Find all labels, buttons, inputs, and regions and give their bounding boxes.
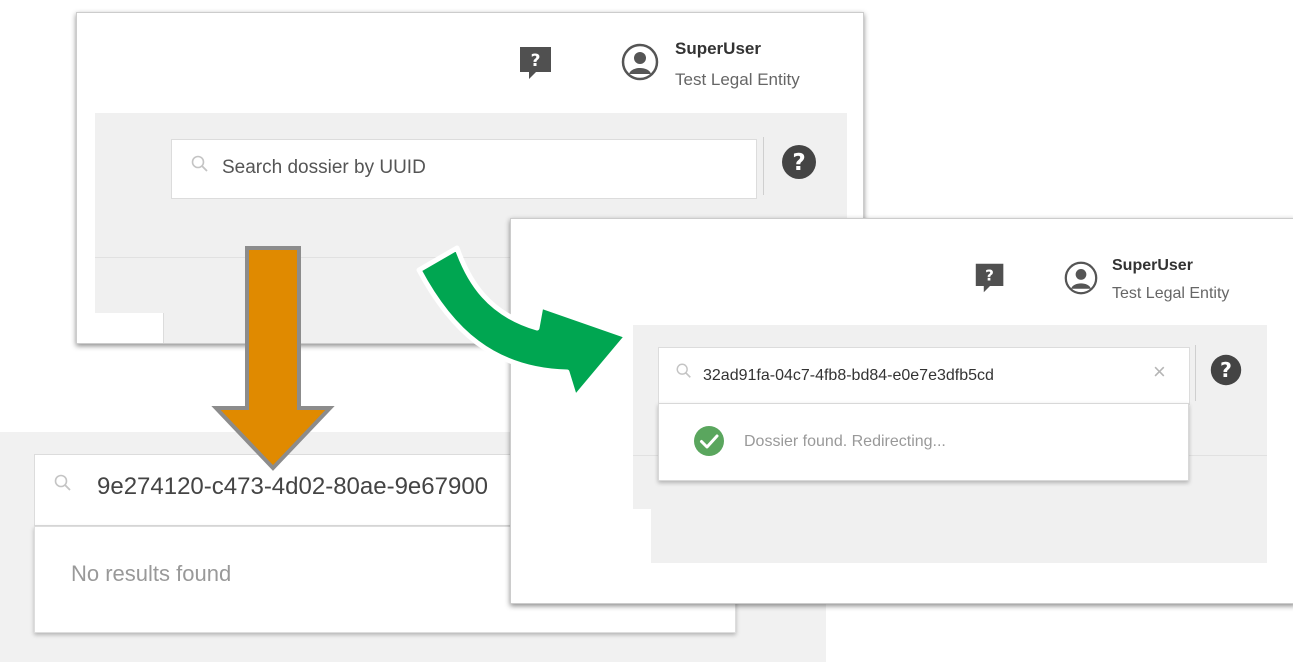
search-icon bbox=[54, 474, 71, 491]
no-results-message: No results found bbox=[71, 561, 232, 586]
search-input[interactable]: 32ad91fa-04c7-4fb8-bd84-e0e7e3dfb5cd bbox=[703, 367, 994, 385]
svg-text:?: ? bbox=[985, 267, 994, 285]
curved-arrow bbox=[416, 245, 630, 401]
legal-entity-name: Test Legal Entity bbox=[1112, 285, 1230, 302]
svg-text:?: ? bbox=[531, 51, 541, 71]
user-name: SuperUser bbox=[675, 39, 761, 58]
search-input[interactable]: Search dossier by UUID bbox=[222, 157, 426, 179]
found-message: Dossier found. Redirecting... bbox=[744, 433, 946, 450]
separator bbox=[1195, 345, 1196, 401]
question-bubble-icon[interactable]: ? bbox=[518, 44, 554, 82]
svg-text:?: ? bbox=[1220, 358, 1232, 382]
separator bbox=[763, 137, 764, 195]
check-circle-icon bbox=[694, 426, 724, 456]
clear-icon[interactable]: × bbox=[1153, 361, 1166, 383]
question-bubble-icon[interactable]: ? bbox=[974, 261, 1006, 295]
search-bar[interactable]: Search dossier by UUID bbox=[171, 139, 757, 199]
question-circle-icon[interactable]: ? bbox=[1209, 353, 1243, 387]
results-dropdown: Dossier found. Redirecting... bbox=[658, 403, 1189, 481]
search-input[interactable]: 9e274120-c473-4d02-80ae-9e67900 bbox=[97, 473, 488, 501]
user-name: SuperUser bbox=[1112, 257, 1193, 274]
content-tab-edge bbox=[633, 509, 651, 563]
question-circle-icon[interactable]: ? bbox=[780, 143, 818, 181]
legal-entity-name: Test Legal Entity bbox=[675, 70, 800, 89]
search-icon bbox=[676, 363, 691, 378]
user-circle-icon[interactable] bbox=[621, 43, 659, 81]
user-circle-icon[interactable] bbox=[1064, 261, 1098, 295]
svg-text:?: ? bbox=[792, 150, 805, 176]
down-arrow bbox=[211, 246, 335, 471]
search-icon bbox=[191, 155, 208, 172]
content-tab-edge bbox=[95, 313, 164, 343]
search-bar[interactable]: 32ad91fa-04c7-4fb8-bd84-e0e7e3dfb5cd × bbox=[658, 347, 1190, 405]
